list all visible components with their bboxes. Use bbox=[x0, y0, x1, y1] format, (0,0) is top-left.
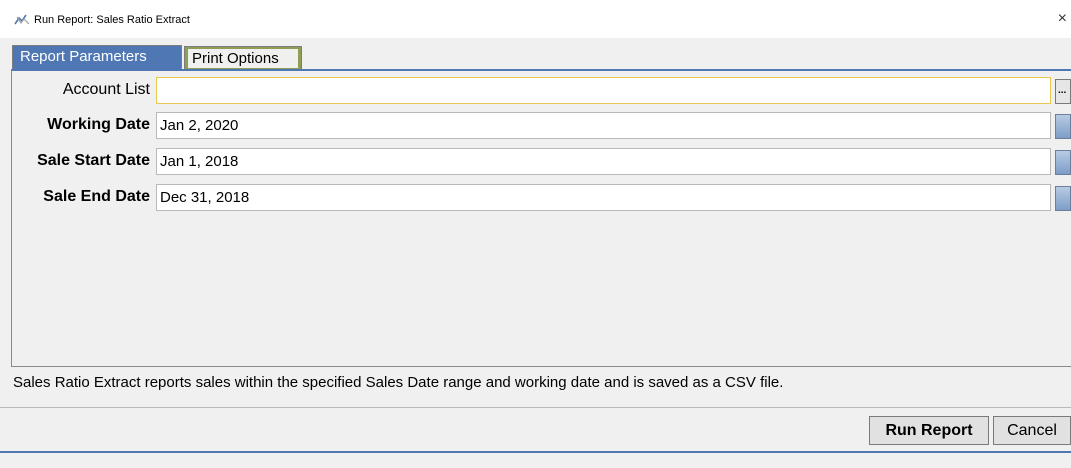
sale-start-date-row: Sale Start Date Jan 1, 2018 bbox=[0, 148, 1071, 175]
tab-print-options-label: Print Options bbox=[188, 49, 298, 68]
account-list-label: Account List bbox=[62, 81, 150, 98]
sale-start-date-calendar-icon[interactable] bbox=[1055, 150, 1071, 175]
account-list-row: Account List ... bbox=[0, 77, 1071, 104]
working-date-label: Working Date bbox=[47, 116, 150, 133]
report-app-icon bbox=[14, 14, 30, 25]
sale-end-date-label: Sale End Date bbox=[43, 188, 150, 205]
window-title: Run Report: Sales Ratio Extract bbox=[34, 14, 190, 26]
sale-end-date-row: Sale End Date Dec 31, 2018 bbox=[0, 184, 1071, 211]
sale-start-date-label: Sale Start Date bbox=[37, 152, 150, 169]
working-date-row: Working Date Jan 2, 2020 bbox=[0, 112, 1071, 139]
close-icon[interactable]: × bbox=[1058, 11, 1067, 27]
sale-end-date-calendar-icon[interactable] bbox=[1055, 186, 1071, 211]
account-list-input[interactable] bbox=[156, 77, 1051, 104]
account-list-browse-button[interactable]: ... bbox=[1055, 79, 1071, 104]
tab-report-parameters[interactable]: Report Parameters bbox=[12, 45, 182, 69]
working-date-calendar-icon[interactable] bbox=[1055, 114, 1071, 139]
run-report-button[interactable]: Run Report bbox=[869, 416, 989, 445]
report-description: Sales Ratio Extract reports sales within… bbox=[13, 374, 784, 391]
divider bbox=[0, 407, 1071, 408]
ellipsis-icon: ... bbox=[1058, 85, 1067, 96]
bottom-accent-line bbox=[0, 451, 1071, 453]
cancel-button[interactable]: Cancel bbox=[993, 416, 1071, 445]
tab-print-options[interactable]: Print Options bbox=[184, 46, 302, 69]
title-bar: Run Report: Sales Ratio Extract × bbox=[0, 0, 1071, 38]
working-date-input[interactable]: Jan 2, 2020 bbox=[156, 112, 1051, 139]
sale-start-date-input[interactable]: Jan 1, 2018 bbox=[156, 148, 1051, 175]
sale-end-date-input[interactable]: Dec 31, 2018 bbox=[156, 184, 1051, 211]
